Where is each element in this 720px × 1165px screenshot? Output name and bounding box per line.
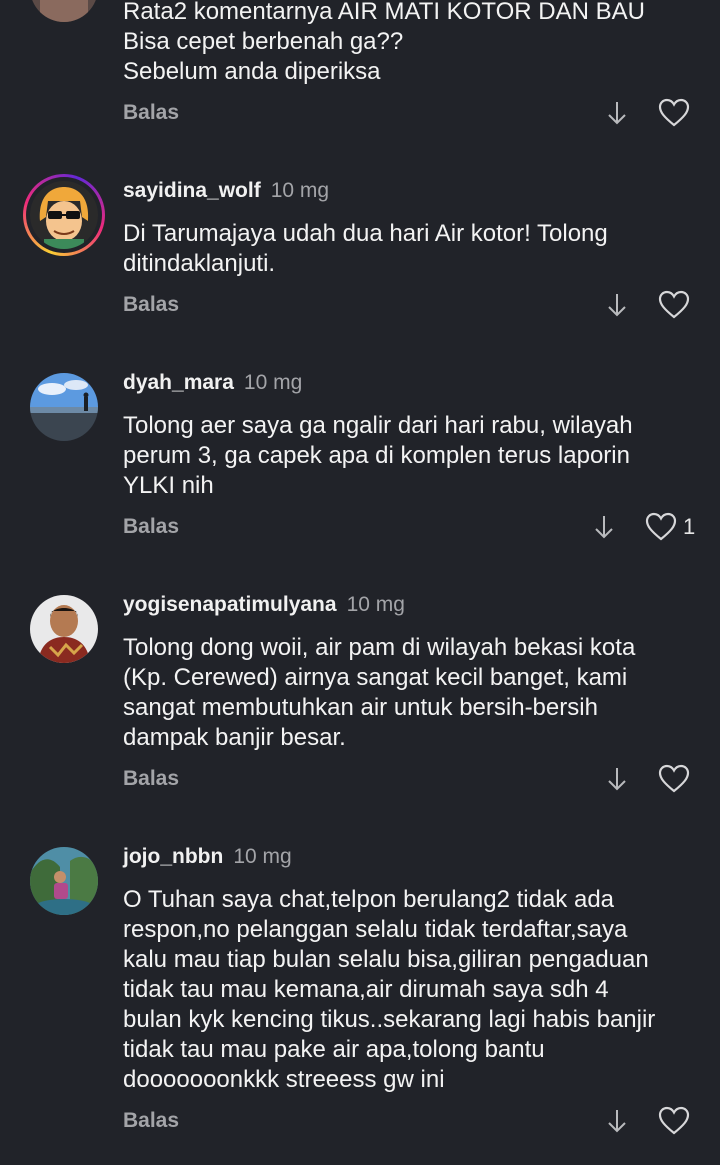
arrow-down-icon[interactable]: [606, 1108, 628, 1134]
comment-header: sayidina_wolf 10 mg: [123, 176, 329, 206]
reply-button[interactable]: Balas: [123, 764, 179, 794]
reply-button[interactable]: Balas: [123, 1106, 179, 1136]
comments-screen: Rata2 komentarnya AIR MATI KOTOR DAN BAU…: [0, 0, 720, 1165]
avatar: [30, 181, 98, 249]
comment-line: Tolong aer saya ga ngalir dari hari rabu…: [123, 412, 633, 439]
comment-line: Di Tarumajaya udah dua hari Air kotor! T…: [123, 220, 608, 247]
username[interactable]: jojo_nbbn: [123, 845, 223, 868]
timestamp: 10 mg: [243, 371, 303, 394]
comment-line: (Kp. Cerewed) airnya sangat kecil banget…: [123, 664, 628, 691]
comment-line: ditindaklanjuti.: [123, 250, 276, 277]
timestamp: 10 mg: [346, 593, 405, 616]
comment-line: bulan kyk kencing tikus..sekarang lagi h…: [123, 1006, 656, 1033]
avatar[interactable]: [30, 595, 98, 663]
comment-text: Tolong aer saya ga ngalir dari hari rabu…: [123, 411, 703, 501]
like-count: 1: [683, 514, 696, 539]
story-ring[interactable]: [23, 174, 105, 256]
heart-icon[interactable]: [658, 98, 690, 128]
comment-header: jojo_nbbn 10 mg: [123, 842, 292, 872]
username[interactable]: dyah_mara: [123, 371, 234, 394]
comment-line: Rata2 komentarnya AIR MATI KOTOR DAN BAU: [123, 0, 645, 25]
comment-line: Sebelum anda diperiksa: [123, 58, 381, 85]
comment-line: perum 3, ga capek apa di komplen terus l…: [123, 442, 630, 469]
timestamp: 10 mg: [270, 179, 330, 202]
comment-header: dyah_mara 10 mg: [123, 368, 302, 398]
arrow-down-icon[interactable]: [593, 514, 615, 540]
avatar[interactable]: [30, 847, 98, 915]
username[interactable]: sayidina_wolf: [123, 179, 261, 202]
username[interactable]: yogisenapatimulyana: [123, 593, 337, 616]
avatar[interactable]: [30, 0, 98, 22]
comment-line: YLKI nih: [123, 472, 214, 499]
heart-icon[interactable]: [645, 512, 677, 542]
comment-header: yogisenapatimulyana 10 mg: [123, 590, 405, 620]
arrow-down-icon[interactable]: [606, 766, 628, 792]
timestamp: 10 mg: [233, 845, 292, 868]
comment-line: Bisa cepet berbenah ga??: [123, 28, 404, 55]
comment-text: Di Tarumajaya udah dua hari Air kotor! T…: [123, 219, 703, 279]
heart-icon[interactable]: [658, 764, 690, 794]
comment-line: dooooooonkkk streeess gw ini: [123, 1066, 445, 1093]
arrow-down-icon[interactable]: [606, 292, 628, 318]
comment-text: O Tuhan saya chat,telpon berulang2 tidak…: [123, 885, 703, 1095]
reply-button[interactable]: Balas: [123, 512, 179, 542]
arrow-down-icon[interactable]: [606, 100, 628, 126]
comment-line: sangat membutuhkan air untuk bersih-bers…: [123, 694, 598, 721]
avatar[interactable]: [30, 373, 98, 441]
comment-line: kalu mau tiap bulan selalu bisa,giliran …: [123, 946, 649, 973]
comment-line: tidak tau mau kemana,air dirumah saya sd…: [123, 976, 609, 1003]
comment-text: Rata2 komentarnya AIR MATI KOTOR DAN BAU…: [123, 0, 703, 87]
comment-line: dampak banjir besar.: [123, 724, 346, 751]
comment-text: Tolong dong woii, air pam di wilayah bek…: [123, 633, 703, 753]
comment-line: Tolong dong woii, air pam di wilayah bek…: [123, 634, 636, 661]
reply-button[interactable]: Balas: [123, 98, 179, 128]
comment-line: tidak tau mau pake air apa,tolong bantu: [123, 1036, 545, 1063]
comment-line: O Tuhan saya chat,telpon berulang2 tidak…: [123, 886, 615, 913]
reply-button[interactable]: Balas: [123, 290, 179, 320]
heart-icon[interactable]: [658, 1106, 690, 1136]
heart-icon[interactable]: [658, 290, 690, 320]
comment-line: respon,no pelanggan selalu tidak terdaft…: [123, 916, 628, 943]
